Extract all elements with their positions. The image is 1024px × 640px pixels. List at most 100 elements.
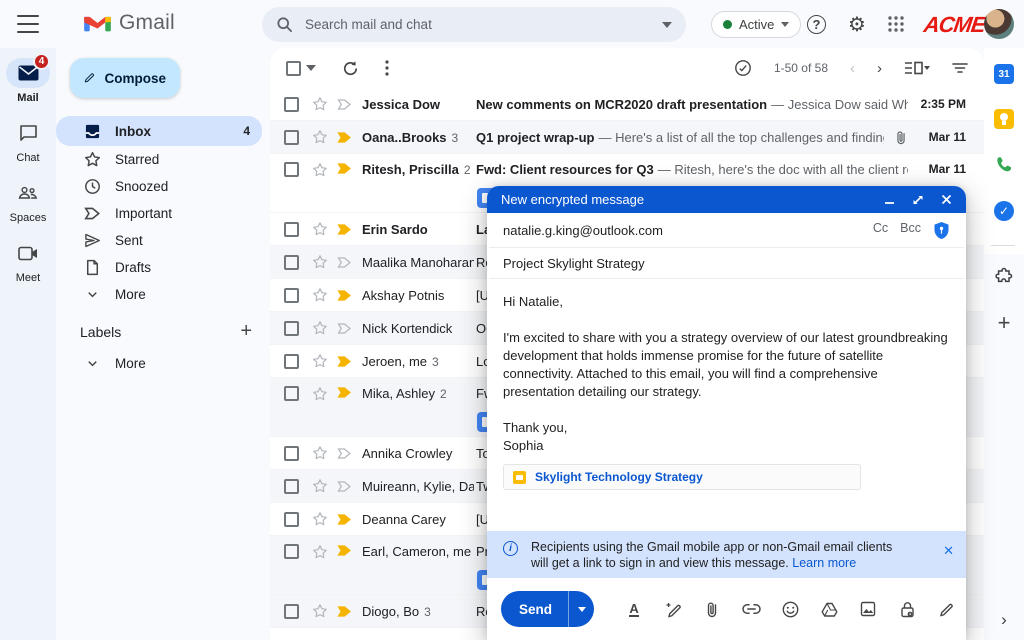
row-checkbox[interactable] [284, 97, 299, 112]
insert-from-drive-icon[interactable] [816, 596, 842, 622]
importance-marker-icon[interactable] [337, 162, 352, 175]
importance-marker-icon[interactable] [337, 223, 352, 236]
more-options-icon[interactable] [385, 60, 389, 76]
star-icon[interactable] [312, 386, 328, 402]
pen-sparkle-icon[interactable] [660, 596, 686, 622]
tasks-icon[interactable]: ✓ [994, 201, 1014, 221]
star-icon[interactable] [312, 544, 328, 560]
select-all-checkbox[interactable] [286, 61, 301, 76]
popout-icon[interactable] [912, 194, 924, 206]
rail-item-meet[interactable]: Meet [4, 238, 52, 284]
search-bar[interactable]: Search mail and chat [262, 7, 686, 42]
compose-button[interactable]: Compose [70, 58, 180, 98]
star-icon[interactable] [312, 287, 328, 303]
calendar-icon[interactable]: 31 [994, 64, 1014, 84]
rail-item-spaces[interactable]: Spaces [4, 178, 52, 224]
importance-marker-icon[interactable] [337, 131, 352, 144]
help-icon[interactable]: ? [807, 15, 826, 34]
importance-marker-icon[interactable] [337, 447, 352, 460]
row-checkbox[interactable] [284, 386, 299, 401]
importance-marker-icon[interactable] [337, 480, 352, 493]
input-tools-icon[interactable] [734, 59, 752, 77]
cc-button[interactable]: Cc [873, 221, 888, 240]
refresh-icon[interactable] [342, 60, 359, 77]
settings-gear-icon[interactable]: ⚙ [846, 13, 868, 35]
sidebar-item-snoozed[interactable]: Snoozed [56, 173, 262, 200]
attach-file-icon[interactable] [699, 596, 725, 622]
apps-grid-icon[interactable] [885, 13, 907, 35]
email-row[interactable]: Jessica Dow New comments on MCR2020 draf… [270, 88, 984, 121]
avatar[interactable] [984, 9, 1014, 39]
recipients-field[interactable]: natalie.g.king@outlook.com Cc Bcc [489, 213, 964, 248]
star-icon[interactable] [312, 254, 328, 270]
voice-icon[interactable] [993, 154, 1015, 176]
send-button[interactable]: Send [501, 591, 568, 627]
importance-marker-icon[interactable] [337, 386, 352, 399]
row-checkbox[interactable] [284, 512, 299, 527]
rail-item-mail[interactable]: 4 Mail [4, 58, 52, 104]
sidebar-item-inbox[interactable]: Inbox 4 [56, 116, 262, 146]
filter-icon[interactable] [952, 62, 968, 74]
email-row[interactable]: Oana..Brooks3 Q1 project wrap-up— Here's… [270, 121, 984, 154]
row-checkbox[interactable] [284, 162, 299, 177]
insert-photo-icon[interactable] [855, 596, 881, 622]
older-page-chevron-icon[interactable]: › [877, 60, 882, 77]
newer-page-chevron-icon[interactable]: ‹ [850, 60, 855, 77]
importance-marker-icon[interactable] [337, 289, 352, 302]
banner-close-icon[interactable]: ✕ [943, 543, 954, 578]
keep-icon[interactable] [994, 109, 1014, 129]
row-checkbox[interactable] [284, 604, 299, 619]
confidential-mode-icon[interactable] [894, 596, 920, 622]
row-checkbox[interactable] [284, 354, 299, 369]
sidebar-item-more[interactable]: More [56, 281, 262, 308]
star-icon[interactable] [312, 96, 328, 112]
star-icon[interactable] [312, 445, 328, 461]
row-checkbox[interactable] [284, 446, 299, 461]
search-options-chevron-icon[interactable] [662, 22, 672, 28]
close-icon[interactable] [941, 194, 952, 205]
status-selector[interactable]: Active [711, 11, 801, 38]
row-checkbox[interactable] [284, 255, 299, 270]
minimize-icon[interactable] [884, 194, 895, 205]
attachment-chip[interactable]: Skylight Technology Strategy [503, 464, 861, 490]
search-input[interactable]: Search mail and chat [305, 17, 650, 32]
importance-marker-icon[interactable] [337, 256, 352, 269]
sidebar-item-labels-more[interactable]: More [56, 350, 262, 377]
get-addons-plus-icon[interactable]: + [993, 312, 1015, 334]
main-menu-icon[interactable] [17, 15, 39, 33]
star-icon[interactable] [312, 353, 328, 369]
sidebar-item-drafts[interactable]: Drafts [56, 254, 262, 281]
row-checkbox[interactable] [284, 544, 299, 559]
star-icon[interactable] [312, 129, 328, 145]
row-checkbox[interactable] [284, 321, 299, 336]
importance-marker-icon[interactable] [337, 544, 352, 557]
star-icon[interactable] [312, 162, 328, 178]
row-checkbox[interactable] [284, 479, 299, 494]
sidebar-item-starred[interactable]: Starred [56, 146, 262, 173]
extensions-puzzle-icon[interactable] [993, 266, 1015, 288]
message-body[interactable]: Hi Natalie, I'm excited to share with yo… [487, 279, 966, 490]
row-checkbox[interactable] [284, 222, 299, 237]
row-checkbox[interactable] [284, 288, 299, 303]
subject-field[interactable]: Project Skylight Strategy [489, 248, 964, 279]
side-panel-expand-chevron-icon[interactable]: › [984, 610, 1024, 630]
sidebar-item-important[interactable]: Important [56, 200, 262, 227]
select-chevron-icon[interactable] [306, 65, 316, 71]
importance-marker-icon[interactable] [337, 605, 352, 618]
importance-marker-icon[interactable] [337, 322, 352, 335]
star-icon[interactable] [312, 478, 328, 494]
insert-signature-icon[interactable] [933, 596, 959, 622]
importance-marker-icon[interactable] [337, 98, 352, 111]
rail-item-chat[interactable]: Chat [4, 118, 52, 164]
bcc-button[interactable]: Bcc [900, 221, 921, 240]
insert-emoji-icon[interactable] [777, 596, 803, 622]
create-label-plus-icon[interactable]: + [240, 320, 252, 343]
importance-marker-icon[interactable] [337, 355, 352, 368]
row-checkbox[interactable] [284, 130, 299, 145]
star-icon[interactable] [312, 221, 328, 237]
compose-header[interactable]: New encrypted message [487, 186, 966, 213]
learn-more-link[interactable]: Learn more [792, 556, 856, 570]
star-icon[interactable] [312, 511, 328, 527]
star-icon[interactable] [312, 603, 328, 619]
encryption-shield-icon[interactable] [933, 221, 950, 240]
